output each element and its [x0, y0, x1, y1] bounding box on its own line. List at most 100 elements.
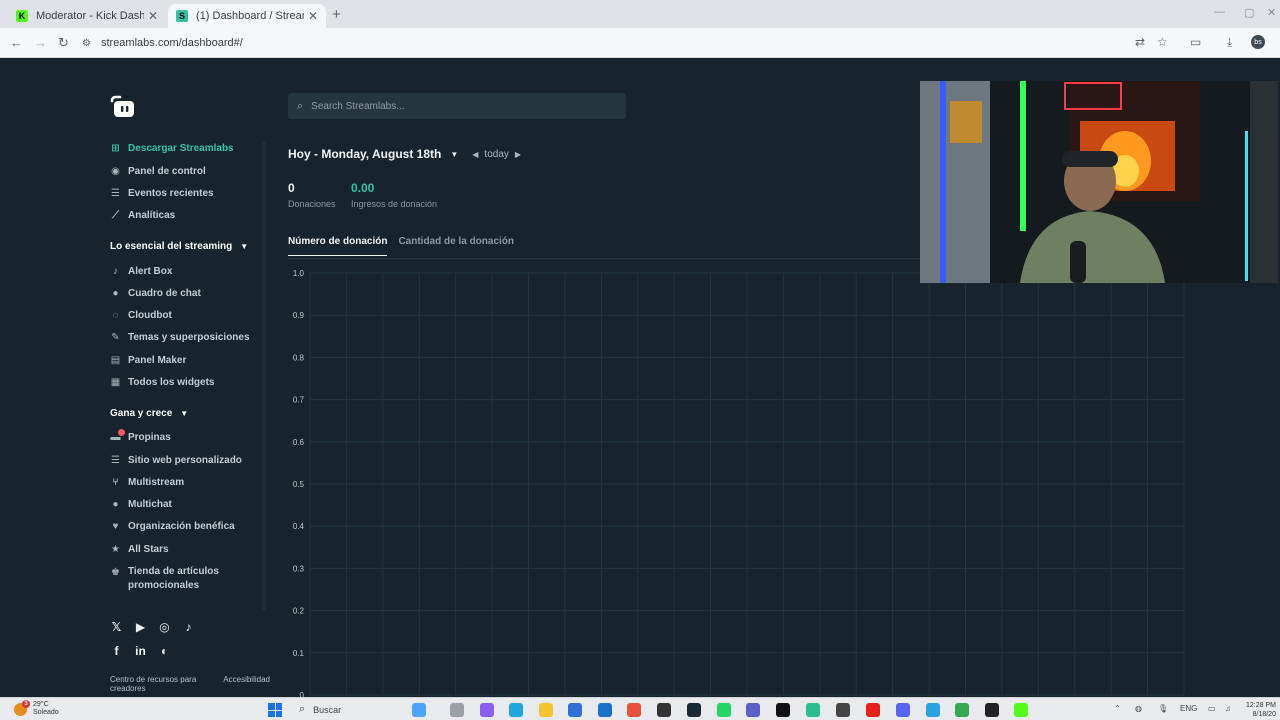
translate-icon[interactable]: ⇄	[1135, 35, 1145, 49]
teams-icon[interactable]	[746, 703, 760, 717]
sidebar-item-cloudbot[interactable]: ◌ Cloudbot	[110, 310, 172, 321]
microphone-icon[interactable]: 🎙	[1158, 704, 1168, 713]
bookmark-star-icon[interactable]: ☆	[1157, 35, 1168, 49]
back-icon[interactable]: ←	[10, 35, 23, 50]
outlook-icon[interactable]	[598, 703, 612, 717]
sidebar-item-descargar[interactable]: ⊞ Descargar Streamlabs	[110, 143, 234, 154]
caret-down-icon: ▼	[180, 409, 189, 418]
sidebar-item-tienda[interactable]: ♚ Tienda de artículos promocionales	[110, 565, 219, 593]
caret-down-icon[interactable]: ▼	[450, 150, 458, 159]
sidebar-item-multichat[interactable]: ● Multichat	[110, 499, 172, 510]
close-tab-icon[interactable]: ✕	[308, 9, 318, 23]
next-day-icon[interactable]: ▶	[515, 150, 521, 159]
chrome-icon[interactable]	[955, 703, 969, 717]
profile-avatar[interactable]: bs	[1251, 35, 1265, 49]
new-tab-icon[interactable]: +	[332, 6, 341, 23]
system-clock[interactable]: 12:28 PM 8/18/20	[1246, 701, 1276, 719]
volume-icon[interactable]: ♫	[1225, 704, 1231, 713]
whatsapp-icon[interactable]	[717, 703, 731, 717]
language-indicator[interactable]: ENG	[1180, 704, 1197, 713]
chart-tabs: Número de donación Cantidad de la donaci…	[288, 236, 514, 256]
tray-app-icon[interactable]: ◍	[1135, 704, 1142, 713]
tab-numero-de-donacion[interactable]: Número de donación	[288, 236, 388, 256]
address-bar[interactable]: ⚙ streamlabs.com/dashboard#/	[82, 32, 1182, 54]
obs-icon[interactable]	[657, 703, 671, 717]
prev-day-icon[interactable]: ◀	[472, 150, 478, 159]
instagram-icon[interactable]: ◎	[157, 619, 172, 634]
tab-kick-dashboard[interactable]: K Moderator - Kick Dashboard ✕	[8, 4, 166, 28]
sidebar-item-panel-de-control[interactable]: ◉ Panel de control	[110, 166, 206, 177]
search-icon: ⌕	[299, 703, 306, 715]
sidebar-item-label: Cuadro de chat	[128, 288, 201, 299]
sidebar-item-label: Eventos recientes	[128, 188, 214, 199]
section-gana-y-crece[interactable]: Gana y crece ▼	[110, 408, 188, 419]
close-window-icon[interactable]: ✕	[1267, 6, 1276, 19]
task-view-icon[interactable]	[450, 703, 464, 717]
download-icon[interactable]: ⤓	[1227, 35, 1232, 50]
sidebar-item-todos-los-widgets[interactable]: ▦ Todos los widgets	[110, 377, 215, 388]
file-explorer-icon[interactable]	[539, 703, 553, 717]
store-icon[interactable]	[568, 703, 582, 717]
weather-widget[interactable]: 3 29°C Soleado	[14, 699, 59, 717]
stat-label: Donaciones	[288, 199, 336, 209]
firefox-icon[interactable]	[627, 703, 641, 717]
sidebar-item-label: Multichat	[128, 499, 172, 510]
tab-title: Moderator - Kick Dashboard	[36, 10, 144, 22]
date-label[interactable]: Hoy - Monday, August 18th	[288, 147, 441, 161]
discord-icon[interactable]	[896, 703, 910, 717]
linkedin-icon[interactable]: in	[133, 643, 148, 658]
tab-streamlabs-dashboard[interactable]: S (1) Dashboard / Streamlabs ✕	[168, 4, 326, 28]
x-twitter-icon[interactable]: 𝕏	[109, 619, 124, 634]
tiktok-icon[interactable]	[776, 703, 790, 717]
tray-chevron-icon[interactable]: ⌃	[1114, 704, 1121, 713]
app-icon[interactable]	[480, 703, 494, 717]
tab-search-icon[interactable]: ▭	[1190, 35, 1201, 49]
sidebar-scrollbar[interactable]	[262, 141, 266, 611]
app-icon[interactable]	[836, 703, 850, 717]
telegram-icon[interactable]	[926, 703, 940, 717]
tiktok-icon[interactable]: ♪	[181, 619, 196, 634]
sidebar-item-cuadro-de-chat[interactable]: ● Cuadro de chat	[110, 288, 201, 299]
sidebar-item-multistream[interactable]: ⑂ Multistream	[110, 477, 185, 488]
start-button-icon[interactable]	[268, 703, 282, 717]
edge-icon[interactable]	[509, 703, 523, 717]
sidebar: ⊞ Descargar Streamlabs ◉ Panel de contro…	[0, 59, 270, 697]
facebook-icon[interactable]: f	[109, 643, 124, 658]
maximize-icon[interactable]: ▢	[1244, 6, 1254, 19]
sidebar-item-label: Descargar Streamlabs	[128, 143, 234, 154]
copilot-icon[interactable]	[412, 703, 426, 717]
close-tab-icon[interactable]: ✕	[148, 9, 158, 23]
tab-cantidad-de-donacion[interactable]: Cantidad de la donación	[398, 236, 514, 256]
kick-icon[interactable]	[1014, 703, 1028, 717]
sidebar-item-all-stars[interactable]: ★ All Stars	[110, 544, 169, 555]
streamlabs-icon[interactable]	[806, 703, 820, 717]
steam-icon[interactable]	[687, 703, 701, 717]
sidebar-item-propinas[interactable]: ▬ Propinas	[110, 429, 171, 443]
sidebar-item-organizacion-benefica[interactable]: ♥ Organización benéfica	[110, 521, 235, 532]
youtube-icon[interactable]	[866, 703, 880, 717]
y-tick-label: 0.6	[293, 438, 305, 447]
star-icon: ★	[111, 544, 120, 555]
youtube-icon[interactable]: ▶	[133, 619, 148, 634]
reload-icon[interactable]: ↻	[58, 35, 69, 51]
site-info-icon[interactable]: ⚙	[82, 38, 91, 49]
capcut-icon[interactable]	[985, 703, 999, 717]
search-input[interactable]	[311, 100, 602, 112]
forward-icon[interactable]: →	[34, 35, 47, 50]
sidebar-item-alert-box[interactable]: ♪ Alert Box	[110, 266, 172, 277]
network-icon[interactable]: ▭	[1208, 704, 1216, 713]
sidebar-item-label: Multistream	[128, 477, 185, 488]
accessibility-link[interactable]: Accesibilidad	[223, 675, 270, 693]
browser-toolbar: ← → ↻ ⚙ streamlabs.com/dashboard#/ ⇄ ☆ ▭…	[0, 28, 1280, 58]
sidebar-item-analiticas[interactable]: ⟋ Analíticas	[110, 210, 175, 221]
sidebar-item-eventos-recientes[interactable]: ☰ Eventos recientes	[110, 188, 214, 199]
minimize-icon[interactable]: —	[1214, 6, 1225, 18]
sidebar-item-temas[interactable]: ✎ Temas y superposiciones	[110, 332, 249, 343]
discord-icon[interactable]: ◐	[157, 643, 172, 658]
resources-link[interactable]: Centro de recursos para creadores	[110, 675, 212, 693]
sidebar-item-panel-maker[interactable]: ▤ Panel Maker	[110, 355, 187, 366]
section-lo-esencial[interactable]: Lo esencial del streaming ▼	[110, 241, 248, 252]
today-button[interactable]: today	[484, 149, 508, 160]
sidebar-item-sitio-web[interactable]: ☰ Sitio web personalizado	[110, 455, 242, 466]
taskbar-search[interactable]: ⌕ Buscar	[293, 700, 403, 719]
